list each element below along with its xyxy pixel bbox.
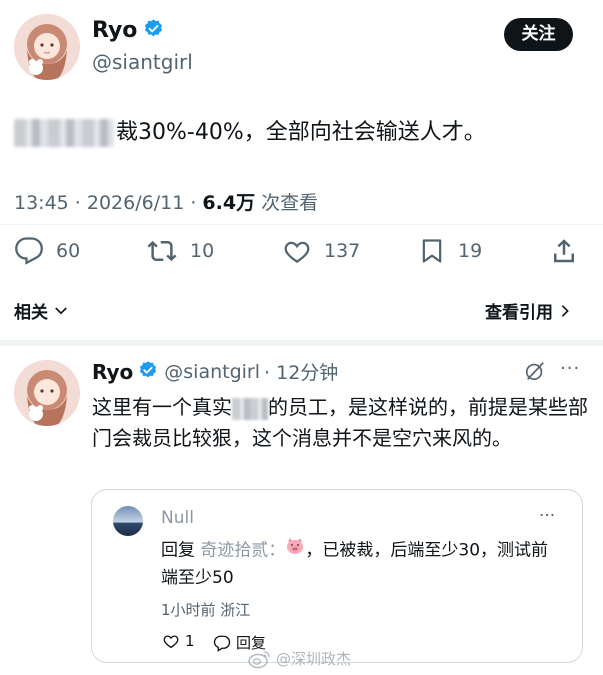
reply-icon <box>15 237 43 265</box>
verified-badge-icon <box>143 18 164 43</box>
reply-text: 这里有一个真实 的员工，是这样说的，前提是某些部门会裁员比较狠，这个消息并不是空穴… <box>92 395 588 450</box>
related-toggle[interactable]: 相关 <box>14 298 70 323</box>
reply-count: 60 <box>56 240 81 262</box>
reply-more-button[interactable]: ··· <box>560 358 580 379</box>
author-handle[interactable]: @siantgirl <box>92 50 193 74</box>
tweet-meta: 13:45 · 2026/6/11 · 6.4万 次查看 <box>14 188 318 215</box>
heart-icon <box>163 635 179 649</box>
reply-icon <box>213 635 231 652</box>
chevron-right-icon <box>561 304 569 317</box>
like-action[interactable]: 137 <box>282 236 360 266</box>
bookmark-icon <box>422 239 442 263</box>
retweet-action[interactable]: 10 <box>146 236 214 266</box>
tweet-timestamp[interactable]: 13:45 · 2026/6/11 · <box>14 192 202 214</box>
divider <box>0 224 603 225</box>
quoted-text: 回复 奇迹拾贰： ，已被裁，后端至少30，测试前端至少50 <box>161 537 561 592</box>
share-icon <box>554 239 574 263</box>
grok-icon[interactable] <box>524 360 546 386</box>
reply-author-avatar[interactable] <box>14 360 80 426</box>
verified-badge-icon <box>138 360 158 384</box>
view-quotes-label: 查看引用 <box>485 303 553 323</box>
heart-icon <box>284 241 310 263</box>
tweet-text: 裁30%-40%，全部向社会输送人才。 <box>14 118 589 148</box>
retweet-count: 10 <box>190 240 215 262</box>
author-name[interactable]: Ryo <box>92 18 137 43</box>
quoted-like-count: 1 <box>185 632 195 650</box>
bookmark-action[interactable]: 19 <box>418 236 482 266</box>
view-quotes-link[interactable]: 查看引用 <box>485 298 573 323</box>
quoted-meta: 1小时前 浙江 <box>161 601 251 619</box>
reply-author-handle[interactable]: @siantgirl <box>164 361 260 383</box>
reply-action[interactable]: 60 <box>14 236 80 266</box>
pig-emoji-icon <box>285 537 305 564</box>
quoted-author-name[interactable]: Null <box>161 508 194 528</box>
quoted-like-action[interactable]: 1 <box>161 632 195 650</box>
quoted-mention[interactable]: 奇迹拾贰： <box>200 541 285 561</box>
divider <box>0 340 603 346</box>
redacted-text <box>14 119 114 147</box>
author-avatar[interactable] <box>14 14 80 80</box>
redacted-text <box>232 397 268 420</box>
quoted-more-button[interactable]: ··· <box>539 506 555 526</box>
retweet-icon <box>147 240 177 262</box>
quoted-author-avatar[interactable] <box>113 506 143 536</box>
watermark: @深圳政杰 <box>248 648 351 669</box>
related-label: 相关 <box>14 303 48 323</box>
bookmark-count: 19 <box>458 240 483 262</box>
reply-author-name[interactable]: Ryo <box>92 360 133 384</box>
reply-timestamp[interactable]: · 12分钟 <box>264 358 338 385</box>
follow-button[interactable]: 关注 <box>504 18 573 51</box>
weibo-logo-icon <box>248 650 270 668</box>
like-count: 137 <box>324 240 361 262</box>
views-label: 次查看 <box>255 192 319 214</box>
chevron-down-icon <box>55 306 67 314</box>
share-button[interactable] <box>549 236 579 270</box>
view-count: 6.4万 <box>202 192 256 214</box>
